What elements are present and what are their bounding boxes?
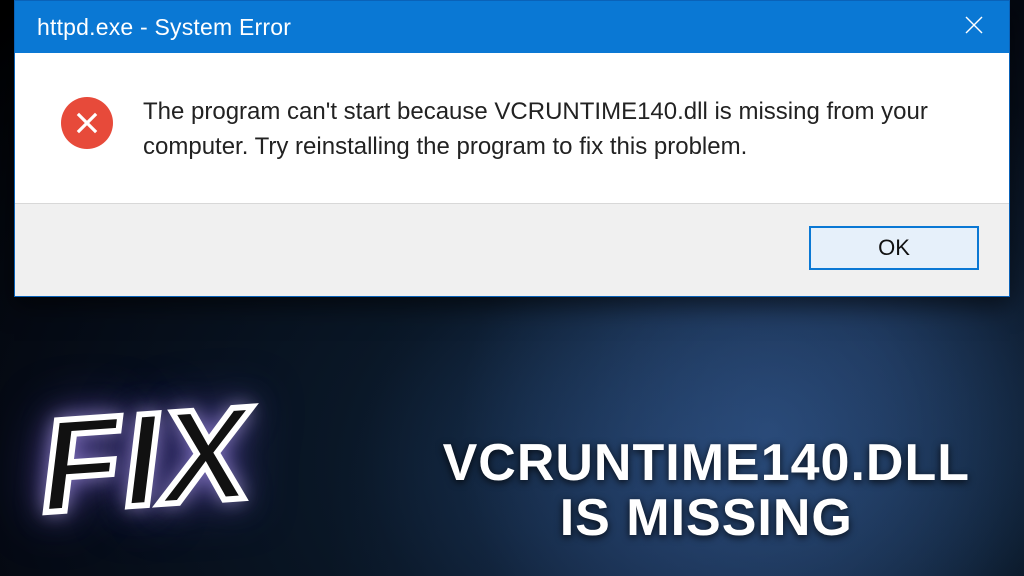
dialog-title: httpd.exe - System Error <box>37 14 291 41</box>
titlebar: httpd.exe - System Error <box>15 1 1009 53</box>
overlay-caption: VCRUNTIME140.DLL IS MISSING <box>443 436 970 546</box>
error-icon <box>61 97 113 149</box>
overlay-fix-text: FIX <box>36 397 255 524</box>
ok-button[interactable]: OK <box>809 226 979 270</box>
dialog-message: The program can't start because VCRUNTIM… <box>143 95 963 165</box>
ok-button-label: OK <box>878 235 910 261</box>
system-error-dialog: httpd.exe - System Error The program can… <box>14 0 1010 297</box>
overlay-caption-line1: VCRUNTIME140.DLL <box>443 436 970 491</box>
close-icon <box>963 14 985 41</box>
dialog-body: The program can't start because VCRUNTIM… <box>15 53 1009 203</box>
overlay-caption-line2: IS MISSING <box>443 491 970 546</box>
close-button[interactable] <box>939 1 1009 53</box>
dialog-footer: OK <box>15 203 1009 296</box>
